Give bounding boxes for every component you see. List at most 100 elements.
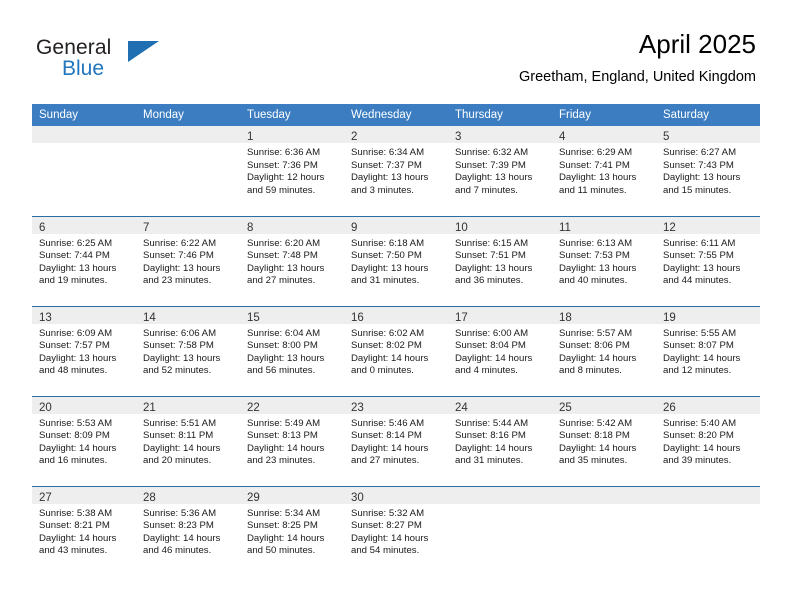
calendar-day-cell[interactable]: 20 Sunrise: 5:53 AM Sunset: 8:09 PM Dayligh… bbox=[32, 395, 136, 486]
daylight-text: Daylight: 14 hours bbox=[455, 442, 533, 454]
calendar-day-cell[interactable]: 4 Sunrise: 6:29 AM Sunset: 7:41 PM Daylight… bbox=[552, 126, 656, 216]
day-number: 27 bbox=[39, 491, 52, 504]
calendar-day-cell[interactable]: 18 Sunrise: 5:57 AM Sunset: 8:06 PM Dayligh… bbox=[552, 305, 656, 396]
sunrise-text: Sunrise: 6:11 AM bbox=[663, 237, 736, 249]
day-number: 22 bbox=[247, 401, 260, 414]
calendar-day-cell[interactable]: 12 Sunrise: 6:11 AM Sunset: 7:55 PM Dayligh… bbox=[656, 215, 760, 306]
sunrise-text: Sunrise: 5:34 AM bbox=[247, 507, 321, 519]
sunset-text: Sunset: 8:04 PM bbox=[455, 340, 526, 352]
weekday-header-saturday: Saturday bbox=[656, 104, 760, 126]
calendar-day-cell[interactable]: 27 Sunrise: 5:38 AM Sunset: 8:21 PM Dayligh… bbox=[32, 485, 136, 576]
day-cell-inner: 23 Sunrise: 5:46 AM Sunset: 8:14 PM Dayligh… bbox=[344, 396, 448, 486]
calendar-day-cell[interactable]: 5 Sunrise: 6:27 AM Sunset: 7:43 PM Daylight… bbox=[656, 126, 760, 216]
daylight-text: Daylight: 13 hours bbox=[39, 262, 117, 274]
sunset-text: Sunset: 8:14 PM bbox=[351, 430, 422, 442]
sunset-text: Sunset: 8:23 PM bbox=[143, 520, 214, 532]
calendar-day-cell[interactable]: 17 Sunrise: 6:00 AM Sunset: 8:04 PM Dayligh… bbox=[448, 305, 552, 396]
daylight-text: Daylight: 14 hours bbox=[351, 442, 429, 454]
daylight-text-cont: and 3 minutes. bbox=[351, 184, 414, 196]
daylight-text-cont: and 20 minutes. bbox=[143, 455, 212, 467]
sunset-text: Sunset: 7:57 PM bbox=[39, 340, 110, 352]
day-number-band: 11 bbox=[552, 216, 656, 234]
calendar-day-cell-empty bbox=[552, 485, 656, 577]
day-cell-details: Sunrise: 6:18 AM Sunset: 7:50 PM Daylight:… bbox=[344, 234, 448, 288]
day-number-band: 16 bbox=[344, 306, 448, 324]
day-number: 25 bbox=[559, 401, 572, 414]
calendar-day-cell[interactable]: 22 Sunrise: 5:49 AM Sunset: 8:13 PM Dayligh… bbox=[240, 395, 344, 486]
calendar-day-cell[interactable]: 14 Sunrise: 6:06 AM Sunset: 7:58 PM Dayligh… bbox=[136, 305, 240, 396]
day-cell-inner: 7 Sunrise: 6:22 AM Sunset: 7:46 PM Daylight… bbox=[136, 216, 240, 306]
day-cell-details: Sunrise: 6:00 AM Sunset: 8:04 PM Daylight:… bbox=[448, 324, 552, 378]
daylight-text-cont: and 15 minutes. bbox=[663, 184, 732, 196]
calendar-day-cell[interactable]: 24 Sunrise: 5:44 AM Sunset: 8:16 PM Dayligh… bbox=[448, 395, 552, 486]
day-cell-details: Sunrise: 5:38 AM Sunset: 8:21 PM Daylight:… bbox=[32, 504, 136, 558]
sunrise-text: Sunrise: 5:49 AM bbox=[247, 417, 321, 429]
day-number: 20 bbox=[39, 401, 52, 414]
sunrise-text: Sunrise: 5:40 AM bbox=[663, 417, 737, 429]
day-number: 30 bbox=[351, 491, 364, 504]
calendar-day-cell[interactable]: 30 Sunrise: 5:32 AM Sunset: 8:27 PM Dayligh… bbox=[344, 485, 448, 576]
daylight-text-cont: and 16 minutes. bbox=[39, 455, 108, 467]
day-number: 12 bbox=[663, 221, 676, 234]
day-cell-details: Sunrise: 6:32 AM Sunset: 7:39 PM Daylight:… bbox=[448, 143, 552, 197]
day-cell-inner: 20 Sunrise: 5:53 AM Sunset: 8:09 PM Dayligh… bbox=[32, 396, 136, 486]
sunset-text: Sunset: 8:02 PM bbox=[351, 340, 422, 352]
calendar-day-cell[interactable]: 23 Sunrise: 5:46 AM Sunset: 8:14 PM Dayligh… bbox=[344, 395, 448, 486]
day-cell-inner bbox=[552, 486, 656, 577]
day-number-band bbox=[32, 126, 136, 143]
sunset-text: Sunset: 8:20 PM bbox=[663, 430, 734, 442]
calendar-day-cell[interactable]: 21 Sunrise: 5:51 AM Sunset: 8:11 PM Dayligh… bbox=[136, 395, 240, 486]
calendar-day-cell[interactable]: 8 Sunrise: 6:20 AM Sunset: 7:48 PM Daylight… bbox=[240, 215, 344, 306]
calendar-day-cell[interactable]: 2 Sunrise: 6:34 AM Sunset: 7:37 PM Daylight… bbox=[344, 126, 448, 216]
day-cell-inner: 6 Sunrise: 6:25 AM Sunset: 7:44 PM Daylight… bbox=[32, 216, 136, 306]
calendar-day-cell[interactable]: 25 Sunrise: 5:42 AM Sunset: 8:18 PM Dayligh… bbox=[552, 395, 656, 486]
calendar-day-cell[interactable]: 29 Sunrise: 5:34 AM Sunset: 8:25 PM Dayligh… bbox=[240, 485, 344, 576]
weekday-header-friday: Friday bbox=[552, 104, 656, 126]
daylight-text: Daylight: 14 hours bbox=[351, 532, 429, 544]
calendar-day-cell[interactable]: 28 Sunrise: 5:36 AM Sunset: 8:23 PM Dayligh… bbox=[136, 485, 240, 577]
sunset-text: Sunset: 7:39 PM bbox=[455, 159, 526, 171]
calendar-day-cell[interactable]: 1 Sunrise: 6:36 AM Sunset: 7:36 PM Daylight… bbox=[240, 126, 344, 216]
daylight-text: Daylight: 13 hours bbox=[455, 172, 533, 184]
daylight-text-cont: and 43 minutes. bbox=[39, 545, 108, 557]
daylight-text-cont: and 12 minutes. bbox=[663, 365, 732, 377]
calendar-day-cell[interactable]: 11 Sunrise: 6:13 AM Sunset: 7:53 PM Dayligh… bbox=[552, 215, 656, 306]
calendar-day-cell[interactable]: 7 Sunrise: 6:22 AM Sunset: 7:46 PM Daylight… bbox=[136, 215, 240, 306]
day-cell-details: Sunrise: 6:15 AM Sunset: 7:51 PM Daylight:… bbox=[448, 234, 552, 288]
daylight-text: Daylight: 13 hours bbox=[663, 172, 741, 184]
calendar-day-cell[interactable]: 10 Sunrise: 6:15 AM Sunset: 7:51 PM Dayligh… bbox=[448, 215, 552, 306]
calendar-day-cell[interactable]: 16 Sunrise: 6:02 AM Sunset: 8:02 PM Dayligh… bbox=[344, 305, 448, 396]
day-cell-details: Sunrise: 5:49 AM Sunset: 8:13 PM Daylight:… bbox=[240, 414, 344, 468]
day-number: 26 bbox=[663, 401, 676, 414]
day-cell-inner: 28 Sunrise: 5:36 AM Sunset: 8:23 PM Dayligh… bbox=[136, 486, 240, 577]
calendar-day-cell[interactable]: 19 Sunrise: 5:55 AM Sunset: 8:07 PM Dayligh… bbox=[656, 305, 760, 396]
day-number: 15 bbox=[247, 311, 260, 324]
calendar-day-cell[interactable]: 26 Sunrise: 5:40 AM Sunset: 8:20 PM Dayligh… bbox=[656, 395, 760, 486]
day-number-band bbox=[656, 486, 760, 504]
day-cell-inner: 15 Sunrise: 6:04 AM Sunset: 8:00 PM Dayligh… bbox=[240, 306, 344, 396]
calendar-day-cell[interactable]: 15 Sunrise: 6:04 AM Sunset: 8:00 PM Dayligh… bbox=[240, 305, 344, 396]
daylight-text-cont: and 11 minutes. bbox=[559, 184, 627, 196]
day-cell-inner: 11 Sunrise: 6:13 AM Sunset: 7:53 PM Dayligh… bbox=[552, 216, 656, 306]
daylight-text: Daylight: 14 hours bbox=[39, 442, 117, 454]
sunrise-text: Sunrise: 6:00 AM bbox=[455, 327, 529, 339]
brand-logo[interactable]: General Blue bbox=[36, 36, 246, 88]
day-cell-inner: 17 Sunrise: 6:00 AM Sunset: 8:04 PM Dayligh… bbox=[448, 306, 552, 396]
day-number: 14 bbox=[143, 311, 156, 324]
calendar-day-cell[interactable]: 3 Sunrise: 6:32 AM Sunset: 7:39 PM Daylight… bbox=[448, 126, 552, 216]
daylight-text-cont: and 59 minutes. bbox=[247, 184, 316, 196]
calendar-day-cell[interactable]: 13 Sunrise: 6:09 AM Sunset: 7:57 PM Dayligh… bbox=[32, 305, 136, 396]
day-cell-details bbox=[32, 143, 136, 147]
day-number-band: 28 bbox=[136, 486, 240, 504]
day-cell-details: Sunrise: 6:09 AM Sunset: 7:57 PM Daylight:… bbox=[32, 324, 136, 378]
daylight-text: Daylight: 14 hours bbox=[351, 352, 429, 364]
daylight-text: Daylight: 13 hours bbox=[247, 352, 325, 364]
day-number-band: 1 bbox=[240, 126, 344, 143]
daylight-text: Daylight: 13 hours bbox=[559, 262, 637, 274]
daylight-text: Daylight: 13 hours bbox=[663, 262, 741, 274]
sunset-text: Sunset: 7:36 PM bbox=[247, 159, 318, 171]
calendar-day-cell[interactable]: 6 Sunrise: 6:25 AM Sunset: 7:44 PM Daylight… bbox=[32, 215, 136, 306]
daylight-text: Daylight: 13 hours bbox=[455, 262, 533, 274]
day-number-band: 2 bbox=[344, 126, 448, 143]
calendar-day-cell[interactable]: 9 Sunrise: 6:18 AM Sunset: 7:50 PM Daylight… bbox=[344, 215, 448, 306]
